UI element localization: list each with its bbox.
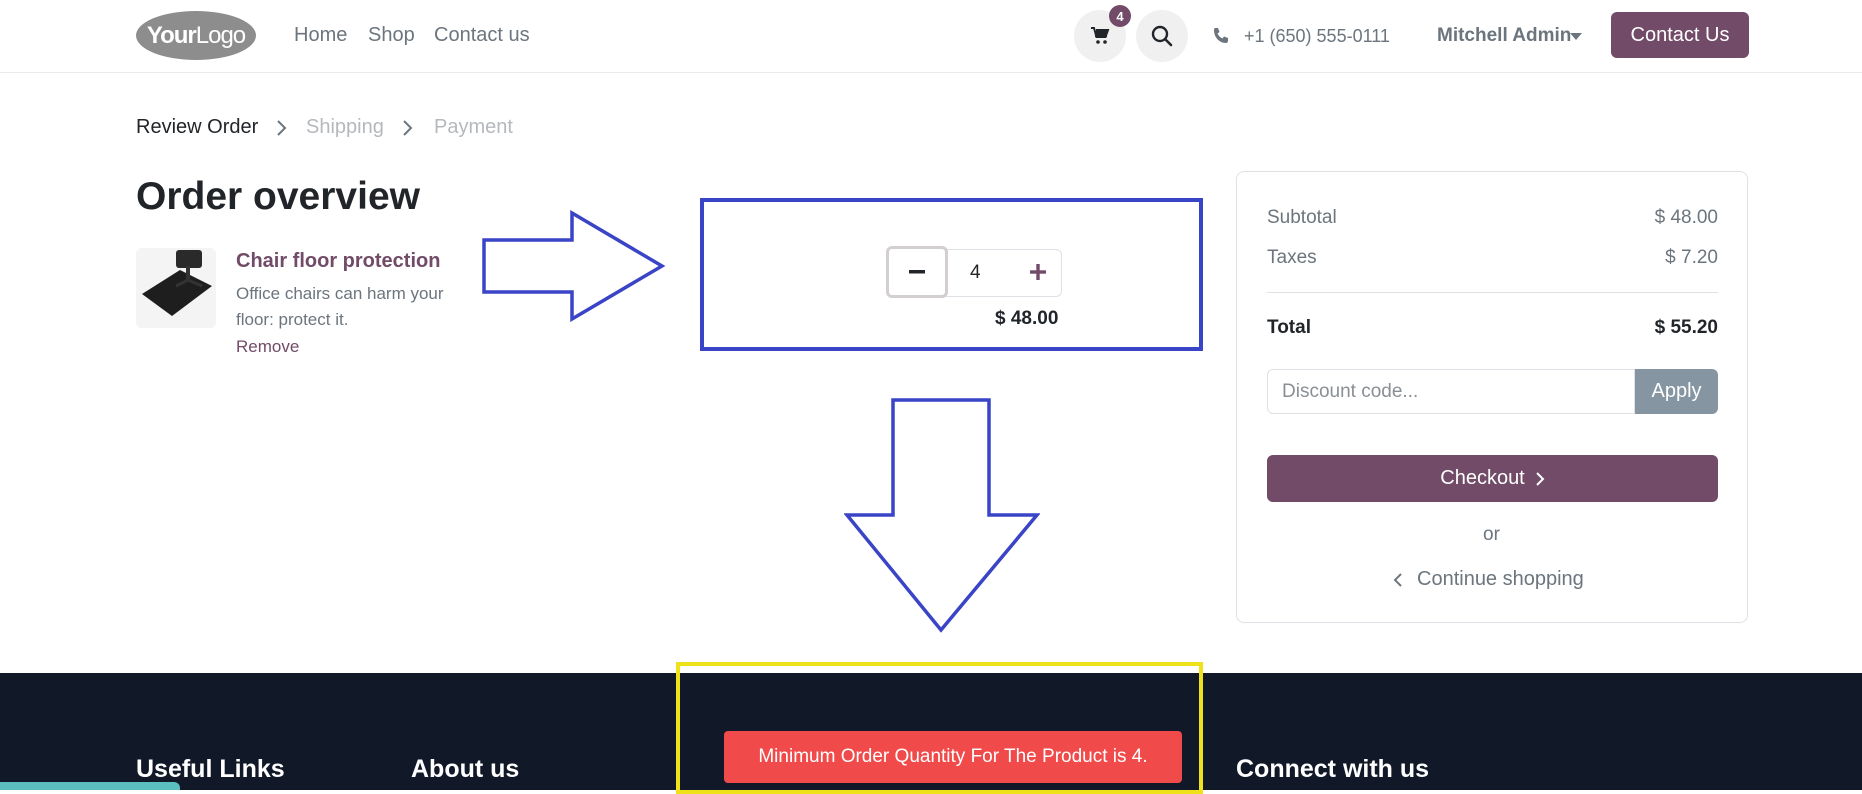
phone-icon — [1214, 28, 1228, 43]
logo-text: Logo — [195, 21, 246, 49]
chevron-down-icon[interactable] — [1570, 33, 1582, 40]
nav-home[interactable]: Home — [294, 24, 347, 47]
logo-text-bold: Your — [146, 21, 197, 49]
breadcrumb-shipping[interactable]: Shipping — [306, 116, 384, 139]
site-logo[interactable]: Your Logo — [136, 11, 256, 60]
checkout-button[interactable]: Checkout — [1267, 455, 1718, 502]
breadcrumb-payment[interactable]: Payment — [434, 116, 513, 139]
down-arrow-annotation — [844, 398, 1040, 633]
product-name[interactable]: Chair floor protection — [236, 250, 440, 273]
product-description: Office chairs can harm your floor: prote… — [236, 284, 444, 329]
contact-us-button[interactable]: Contact Us — [1611, 12, 1749, 58]
footer-heading-about-us: About us — [411, 755, 520, 783]
nav-shop[interactable]: Shop — [368, 24, 415, 47]
floor-mat-image — [142, 250, 212, 316]
nav-contact-us[interactable]: Contact us — [434, 24, 530, 47]
footer-heading-useful-links: Useful Links — [136, 755, 285, 783]
remove-link[interactable]: Remove — [236, 337, 299, 357]
or-separator: or — [1483, 524, 1500, 545]
breadcrumb-review-order[interactable]: Review Order — [136, 116, 258, 139]
footer-heading-connect: Connect with us — [1236, 755, 1430, 783]
subtotal-value: $ 48.00 — [1654, 207, 1718, 228]
continue-shopping-label: Continue shopping — [1417, 568, 1584, 590]
phone-number[interactable]: +1 (650) 555-0111 — [1244, 26, 1390, 47]
cart-count-badge: 4 — [1109, 5, 1131, 27]
chevron-right-icon — [277, 120, 287, 136]
site-header — [0, 0, 1862, 73]
user-menu[interactable]: Mitchell Admin — [1437, 25, 1571, 47]
cart-icon — [1091, 27, 1110, 44]
taxes-value: $ 7.20 — [1665, 247, 1718, 268]
apply-discount-button[interactable]: Apply — [1635, 369, 1718, 414]
product-thumbnail[interactable] — [136, 248, 216, 328]
chevron-right-icon — [403, 120, 413, 136]
chevron-right-icon — [1536, 471, 1545, 486]
total-label: Total — [1267, 317, 1311, 338]
taxes-label: Taxes — [1267, 247, 1317, 268]
summary-divider — [1267, 292, 1718, 293]
chat-widget-tab[interactable] — [0, 782, 180, 790]
chevron-left-icon — [1393, 572, 1402, 587]
subtotal-label: Subtotal — [1267, 207, 1337, 228]
toast-highlight-box — [676, 662, 1203, 794]
page-title: Order overview — [136, 175, 420, 218]
search-button[interactable] — [1136, 10, 1188, 62]
checkout-label: Checkout — [1440, 467, 1525, 489]
quantity-highlight-box — [700, 198, 1203, 351]
total-value: $ 55.20 — [1654, 317, 1718, 338]
right-arrow-annotation — [482, 210, 666, 322]
search-icon — [1151, 25, 1173, 47]
discount-code-input[interactable] — [1267, 369, 1635, 414]
continue-shopping-link[interactable]: Continue shopping — [1393, 568, 1584, 591]
